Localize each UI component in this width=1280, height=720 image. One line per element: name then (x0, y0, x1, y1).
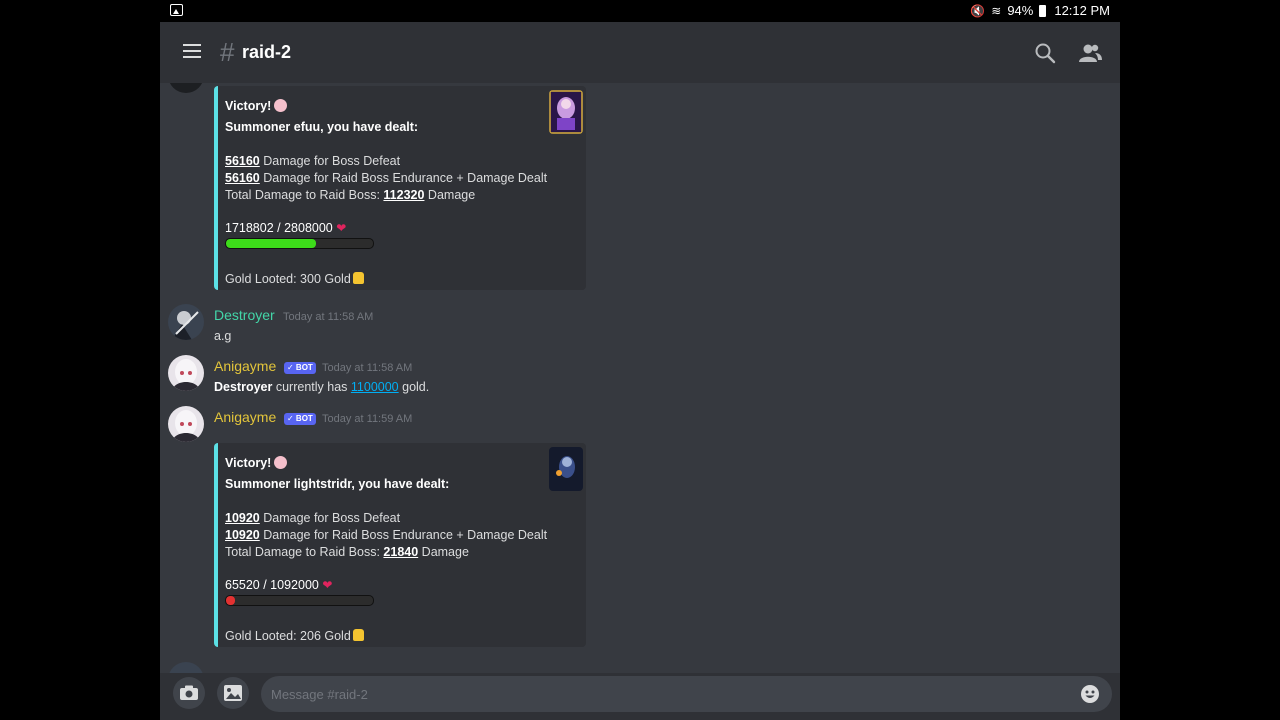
embed-boss-defeat-line: 56160 Damage for Boss Defeat (225, 154, 401, 168)
embed-total-line: Total Damage to Raid Boss: 21840 Damage (225, 545, 469, 559)
message-list[interactable]: Victory! Summoner efuu, you have dealt: … (160, 83, 1120, 673)
wifi-icon: ≋ (991, 3, 1002, 18)
embed-summoner-line: Summoner efuu, you have dealt: (225, 120, 419, 134)
embed-gold-line: Gold Looted: 206 Gold (225, 629, 364, 643)
heart-icon: ❤ (336, 221, 347, 235)
message-text: a.g (214, 329, 232, 343)
battery-percent: 94% (1007, 3, 1034, 18)
embed-title: Victory! (225, 456, 288, 470)
embed-total-line: Total Damage to Raid Boss: 112320 Damage (225, 188, 476, 202)
emoji-icon[interactable] (1080, 684, 1100, 704)
embed-endurance-line: 56160 Damage for Raid Boss Endurance + D… (225, 171, 548, 185)
timestamp: Today at 11:58 AM (322, 362, 413, 374)
embed-thumbnail[interactable] (549, 90, 583, 134)
embed-hp-text: 1718802 / 2808000 ❤ (225, 221, 347, 235)
clock: 12:12 PM (1054, 3, 1110, 18)
gallery-notification-icon (170, 4, 183, 16)
hp-bar-fill (226, 239, 316, 248)
embed-summoner-line: Summoner lightstridr, you have dealt: (225, 477, 450, 491)
avatar[interactable] (168, 304, 204, 340)
summoner-card-image (549, 90, 583, 134)
username[interactable]: Anigayme (214, 358, 276, 374)
bot-tag: ✓ BOT (284, 362, 316, 374)
money-bag-icon (352, 272, 364, 284)
anime-girl-emoji-icon (274, 456, 288, 469)
mute-icon: 🔇 (970, 3, 986, 18)
embed-boss-defeat-line: 10920 Damage for Boss Defeat (225, 511, 401, 525)
username[interactable]: Destroyer (214, 307, 275, 323)
anime-girl-emoji-icon (274, 99, 288, 112)
channel-hash-icon: # (220, 37, 235, 67)
channel-header: # raid-2 (160, 22, 1120, 83)
avatar[interactable] (168, 406, 204, 442)
username[interactable]: Anigayme (214, 409, 276, 425)
image-icon (224, 685, 242, 701)
embed-hp-text: 65520 / 1092000 ❤ (225, 578, 333, 592)
message-composer (160, 673, 1120, 720)
avatar[interactable] (168, 662, 204, 673)
camera-icon (180, 685, 198, 700)
avatar[interactable] (168, 83, 204, 93)
discord-app: # raid-2 Victory! Summoner efuu, you hav… (160, 22, 1120, 720)
message-text: Destroyer currently has 1100000 gold. (214, 380, 430, 394)
victory-embed: Victory! Summoner lightstridr, you have … (214, 443, 586, 647)
bot-tag: ✓ BOT (284, 413, 316, 425)
channel-name: raid-2 (242, 42, 292, 62)
search-icon[interactable] (1034, 42, 1056, 64)
hp-bar (225, 595, 374, 606)
embed-gold-line: Gold Looted: 300 Gold (225, 272, 364, 286)
timestamp: Today at 11:59 AM (322, 413, 413, 425)
hamburger-icon[interactable] (183, 44, 203, 60)
hp-bar (225, 238, 374, 249)
image-button[interactable] (217, 677, 249, 709)
timestamp: Today at 11:58 AM (283, 311, 374, 323)
summoner-card-image (549, 447, 583, 491)
money-bag-icon (352, 629, 364, 641)
embed-thumbnail[interactable] (549, 447, 583, 491)
battery-icon (1039, 4, 1047, 17)
embed-title: Victory! (225, 99, 288, 113)
heart-icon: ❤ (322, 578, 333, 592)
embed-endurance-line: 10920 Damage for Raid Boss Endurance + D… (225, 528, 548, 542)
gold-link[interactable]: 1100000 (351, 380, 399, 394)
message-input[interactable] (261, 676, 1112, 712)
victory-embed: Victory! Summoner efuu, you have dealt: … (214, 86, 586, 290)
hp-bar-fill (226, 596, 235, 605)
camera-button[interactable] (173, 677, 205, 709)
avatar[interactable] (168, 355, 204, 391)
members-icon[interactable] (1078, 42, 1102, 64)
status-bar: 🔇 ≋ 94% 12:12 PM (160, 0, 1120, 22)
